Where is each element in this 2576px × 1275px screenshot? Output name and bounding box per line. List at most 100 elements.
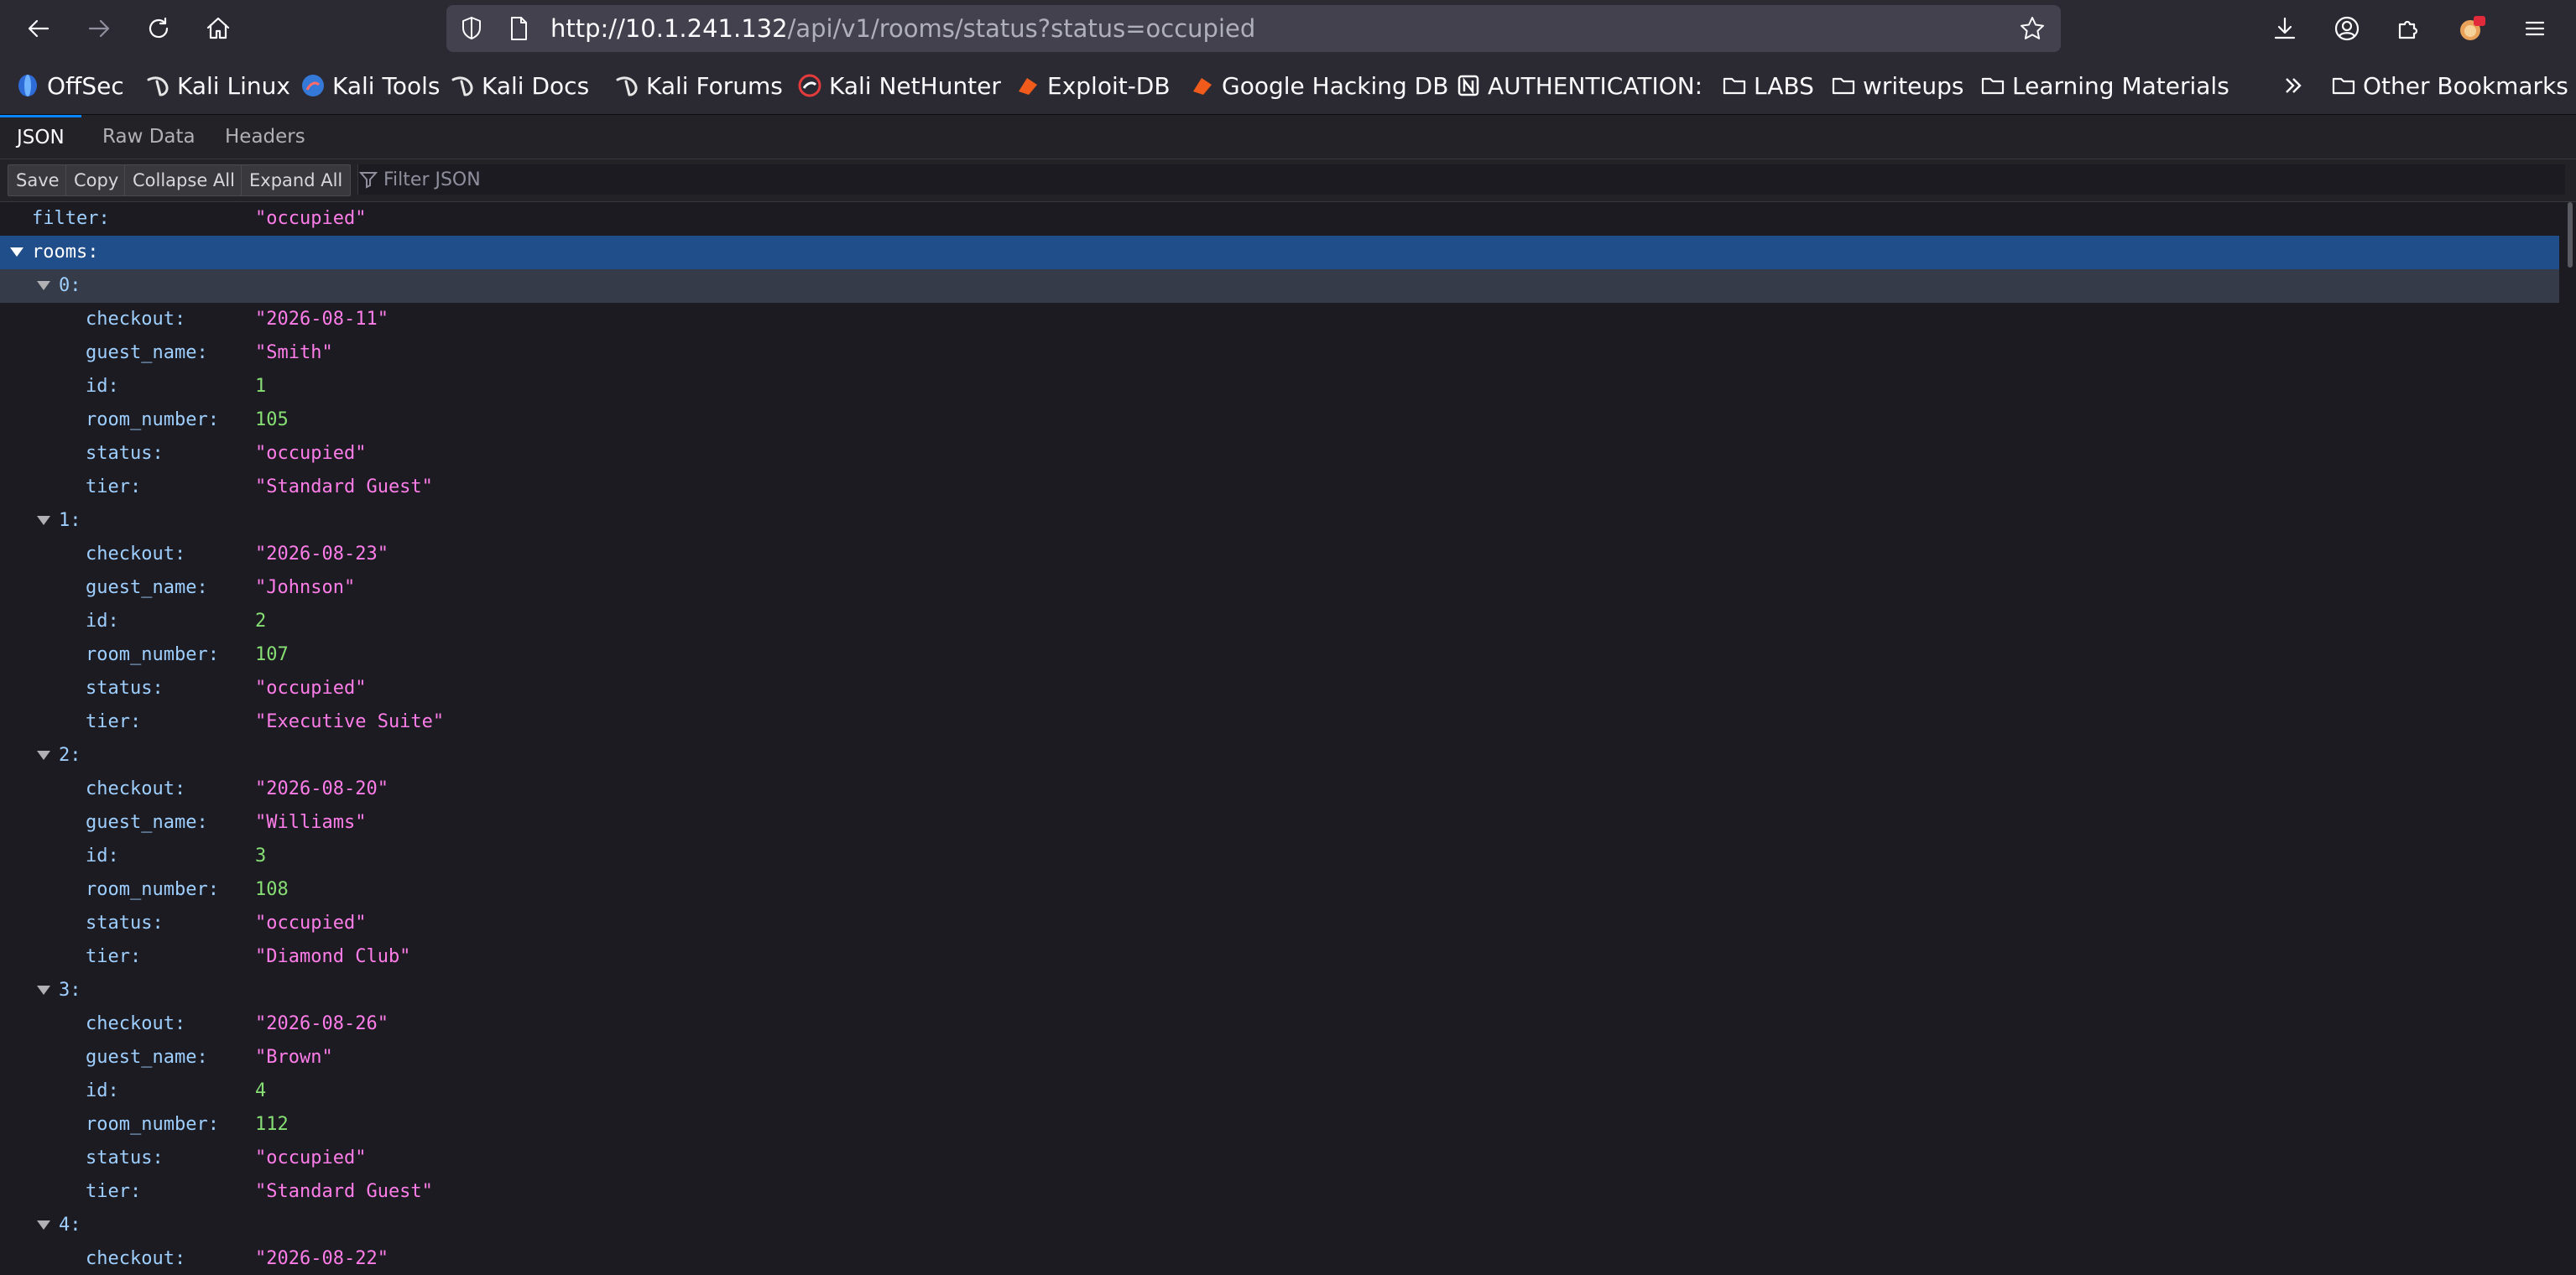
bookmark-label: Exploit-DB [1047,71,1171,100]
json-row-field[interactable]: checkout: "2026-08-23" [0,538,2559,571]
forward-button[interactable] [79,8,119,49]
bookmark-label: writeups [1863,71,1964,100]
bookmark-label: Google Hacking DB [1222,71,1449,100]
tracking-shield-icon[interactable] [458,15,485,42]
address-bar[interactable]: http://10.1.241.132/api/v1/rooms/status?… [446,5,2061,52]
json-row-rooms[interactable]: rooms: [0,236,2559,269]
expand-toggle-icon[interactable] [37,986,50,995]
json-row-field[interactable]: checkout: "2026-08-11" [0,303,2559,336]
json-row-field[interactable]: id: 4 [0,1075,2559,1108]
json-row-field[interactable]: room_number: 107 [0,638,2559,672]
bookmarks-overflow-button[interactable] [2281,70,2313,101]
double-chevron-right-icon [2281,73,2306,98]
json-row-field[interactable]: id: 1 [0,370,2559,403]
json-value: "Standard Guest" [255,1181,433,1202]
json-value: "Executive Suite" [255,711,445,732]
extension-foxy-button[interactable] [2453,10,2490,47]
json-row-field[interactable]: room_number: 112 [0,1108,2559,1142]
expand-toggle-icon[interactable] [37,1220,50,1230]
json-row-field[interactable]: status: "occupied" [0,907,2559,940]
json-row-field[interactable]: checkout: "2026-08-20" [0,773,2559,806]
bookmark-kali-tools[interactable]: Kali Tools [300,70,440,101]
kali-dragon-icon [145,73,170,98]
bookmark-google-hacking-db[interactable]: Google Hacking DB [1190,70,1448,101]
json-row-room-3[interactable]: 3: [0,974,2559,1007]
folder-icon [2331,73,2356,98]
json-key: rooms: [32,242,99,263]
expand-toggle-icon[interactable] [37,281,50,290]
expand-all-button[interactable]: Expand All [241,164,352,196]
json-row-field[interactable]: guest_name: "Johnson" [0,571,2559,605]
json-row-field[interactable]: room_number: 105 [0,403,2559,437]
url-path: /api/v1/rooms/status?status=occupied [787,14,1256,43]
json-row-field[interactable]: tier: "Standard Guest" [0,1175,2559,1209]
json-row-room-0[interactable]: 0: [0,269,2559,303]
bookmark-offsec[interactable]: OffSec [15,70,124,101]
save-button[interactable]: Save [8,164,68,196]
url-text[interactable]: http://10.1.241.132/api/v1/rooms/status?… [550,15,1255,42]
hamburger-menu-icon [2525,21,2545,36]
bookmark-exploit-db[interactable]: Exploit-DB [1015,70,1171,101]
other-bookmarks-folder[interactable]: Other Bookmarks [2331,70,2568,101]
json-row-room-4[interactable]: 4: [0,1209,2559,1242]
tab-headers[interactable]: Headers [225,115,305,159]
tab-json[interactable]: JSON [0,115,81,161]
copy-button[interactable]: Copy [65,164,128,196]
json-row-field[interactable]: tier: "Diamond Club" [0,940,2559,974]
bookmark-kali-docs[interactable]: Kali Docs [450,70,589,101]
expand-toggle-icon[interactable] [37,516,50,525]
expand-toggle-icon[interactable] [37,751,50,760]
scrollbar[interactable] [2568,202,2573,268]
json-row-field[interactable]: id: 2 [0,605,2559,638]
json-row-field[interactable]: status: "occupied" [0,437,2559,471]
json-row-field[interactable]: id: 3 [0,840,2559,873]
downloads-button[interactable] [2266,10,2303,47]
bookmark-authentication[interactable]: AUTHENTICATION: [1456,70,1703,101]
json-value: "2026-08-11" [255,309,388,330]
json-row-field[interactable]: checkout: "2026-08-26" [0,1007,2559,1041]
tab-raw-data[interactable]: Raw Data [102,115,196,159]
json-key: 3: [59,980,81,1001]
collapse-all-button[interactable]: Collapse All [124,164,243,196]
json-row-field[interactable]: tier: "Standard Guest" [0,471,2559,504]
filter-json-input[interactable] [383,166,1223,193]
home-button[interactable] [198,8,238,49]
bookmark-kali-linux[interactable]: Kali Linux [145,70,290,101]
bookmark-kali-forums[interactable]: Kali Forums [614,70,783,101]
page-info-icon[interactable] [505,15,532,42]
kali-dragon-icon [614,73,639,98]
back-button[interactable] [18,8,59,49]
fox-extension-icon [2460,16,2485,40]
arrow-right-icon [88,19,110,38]
json-row-room-2[interactable]: 2: [0,739,2559,773]
json-row-field[interactable]: guest_name: "Smith" [0,336,2559,370]
json-key: tier: [86,1181,142,1202]
expand-toggle-icon[interactable] [10,247,23,257]
json-row-field[interactable]: tier: "Executive Suite" [0,705,2559,739]
menu-button[interactable] [2516,10,2553,47]
json-row-field[interactable]: status: "occupied" [0,1142,2559,1175]
json-row-field[interactable]: room_number: 108 [0,873,2559,907]
offsec-icon [15,73,40,98]
json-row-field[interactable]: guest_name: "Williams" [0,806,2559,840]
account-button[interactable] [2328,10,2365,47]
download-icon [2274,17,2296,39]
bookmark-writeups[interactable]: writeups [1831,70,1964,101]
json-key: id: [86,611,119,632]
bookmark-star-icon[interactable] [2019,15,2046,42]
json-value: "occupied" [255,208,367,229]
json-row-room-1[interactable]: 1: [0,504,2559,538]
kali-dragon-icon [450,73,475,98]
reload-button[interactable] [138,8,179,49]
bookmark-kali-nethunter[interactable]: Kali NetHunter [797,70,1001,101]
json-row-field[interactable]: checkout: "2026-08-22" [0,1242,2559,1275]
json-row-filter[interactable]: filter: "occupied" [0,202,2559,236]
json-key: checkout: [86,1248,186,1269]
json-row-field[interactable]: guest_name: "Brown" [0,1041,2559,1075]
bookmark-labs[interactable]: LABS [1722,70,1814,101]
bookmark-label: Learning Materials [2012,71,2229,100]
json-row-field[interactable]: status: "occupied" [0,672,2559,705]
extensions-button[interactable] [2390,10,2427,47]
json-key: guest_name: [86,342,208,363]
bookmark-learning-materials[interactable]: Learning Materials [1980,70,2229,101]
